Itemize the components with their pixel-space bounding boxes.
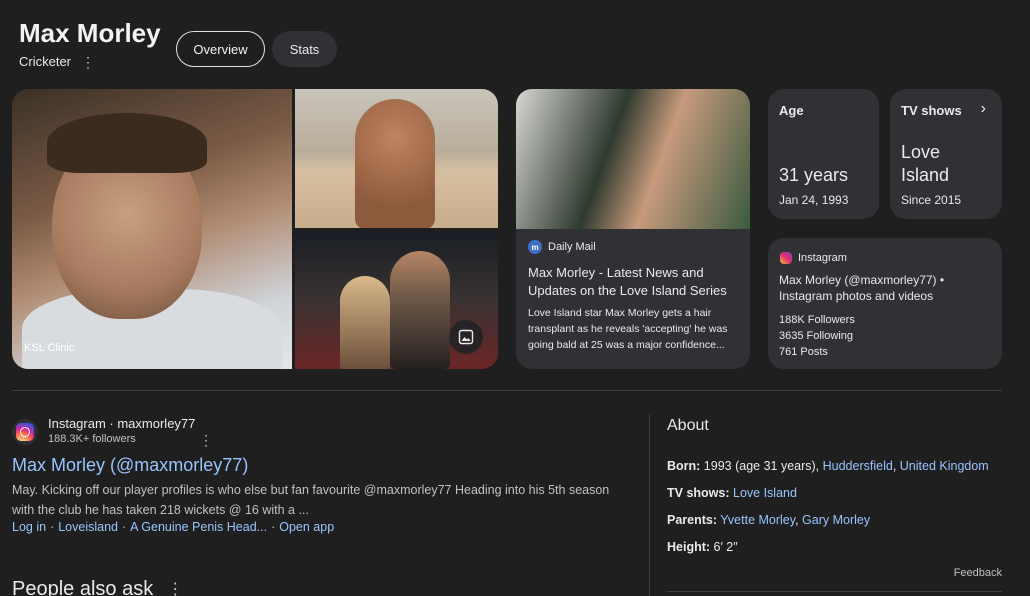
instagram-icon [16, 423, 34, 441]
height-label: Height: [667, 540, 711, 554]
photo-shape [390, 251, 450, 369]
instagram-posts: 761 Posts [779, 346, 828, 358]
about-tv-shows: TV shows: Love Island [667, 486, 797, 500]
photo-shape [355, 99, 435, 228]
about-parents: Parents: Yvette Morley, Gary Morley [667, 513, 870, 527]
result-site: Instagram · maxmorley77 [48, 416, 196, 431]
news-card[interactable]: m Daily Mail Max Morley - Latest News an… [516, 89, 750, 369]
sitelink-separator: · [271, 520, 276, 534]
event-photo[interactable] [295, 231, 498, 369]
entity-title: Max Morley [19, 18, 161, 48]
parents-comma: , [795, 513, 803, 527]
about-heading: About [667, 417, 709, 434]
result-snippet: May. Kicking off our player profiles is … [12, 483, 610, 517]
news-source-name: Daily Mail [548, 241, 596, 253]
sitelink-log-in[interactable]: Log in [12, 520, 46, 534]
result-title-link[interactable]: Max Morley (@maxmorley77) [12, 455, 248, 476]
about-divider [667, 591, 1002, 592]
instagram-title[interactable]: Max Morley (@maxmorley77) • Instagram ph… [779, 272, 989, 304]
news-source: m Daily Mail [528, 240, 596, 254]
sitelink-separator: · [50, 520, 55, 534]
instagram-result-logo[interactable] [12, 419, 38, 445]
photo-shape [47, 113, 207, 173]
tab-overview[interactable]: Overview [176, 31, 265, 67]
result-more-icon[interactable]: ⋮ [199, 432, 213, 449]
born-text: 1993 (age 31 years), [700, 459, 823, 473]
instagram-card[interactable]: Instagram Max Morley (@maxmorley77) • In… [768, 238, 1002, 369]
news-title[interactable]: Max Morley - Latest News and Updates on … [528, 264, 740, 300]
age-card[interactable]: Age 31 years Jan 24, 1993 [768, 89, 879, 219]
age-value: 31 years [779, 165, 849, 185]
instagram-icon [780, 252, 792, 264]
chevron-right-icon[interactable]: › [981, 100, 986, 118]
more-images-button[interactable] [449, 320, 483, 354]
instagram-source-name: Instagram [798, 252, 847, 264]
photo-caption: KSL Clinic [24, 342, 75, 354]
born-comma: , [892, 459, 900, 473]
born-link-huddersfield[interactable]: Huddersfield [823, 459, 893, 473]
sitelink-loveisland[interactable]: Loveisland [58, 520, 118, 534]
born-label: Born: [667, 459, 701, 473]
image-icon [458, 329, 474, 345]
result-followers: 188.3K+ followers [48, 433, 136, 445]
tv-show-link[interactable]: Love Island [733, 486, 797, 500]
result-sitelinks: Log in · Loveisland · A Genuine Penis He… [12, 520, 334, 534]
age-label: Age [779, 103, 804, 118]
news-snippet: Love Island star Max Morley gets a hair … [528, 307, 728, 351]
instagram-source: Instagram [780, 252, 847, 264]
sitelink-open-app[interactable]: Open app [279, 520, 334, 534]
people-also-ask-heading: People also ask ⋮ [12, 578, 183, 596]
beach-photo[interactable] [295, 89, 498, 228]
tv-shows-label: TV shows: [667, 486, 730, 500]
about-height: Height: 6′ 2″ [667, 540, 738, 554]
parent-link-gary[interactable]: Gary Morley [802, 513, 870, 527]
daily-mail-logo-icon: m [528, 240, 542, 254]
tv-show-name: Love Island [901, 142, 950, 185]
section-divider [12, 390, 1002, 391]
sitelink-separator: · [122, 520, 127, 534]
feedback-link[interactable]: Feedback [954, 567, 1002, 579]
photo-shape [340, 276, 390, 369]
born-link-uk[interactable]: United Kingdom [900, 459, 989, 473]
more-options-icon[interactable]: ⋮ [81, 55, 95, 69]
height-value: 6′ 2″ [710, 540, 738, 554]
tv-show-since: Since 2015 [901, 193, 962, 207]
parent-link-yvette[interactable]: Yvette Morley [720, 513, 795, 527]
instagram-followers: 188K Followers [779, 314, 855, 326]
sitelink-post[interactable]: A Genuine Penis Head... [130, 520, 267, 534]
birth-date: Jan 24, 1993 [779, 193, 849, 207]
tab-stats[interactable]: Stats [272, 31, 337, 67]
more-options-icon[interactable]: ⋮ [167, 581, 183, 596]
people-also-ask-label: People also ask [12, 578, 154, 596]
entity-subtitle: Cricketer ⋮ [19, 54, 95, 69]
entity-type: Cricketer [19, 54, 72, 69]
tv-shows-label: TV shows [901, 103, 962, 118]
instagram-following: 3635 Following [779, 330, 853, 342]
column-divider [649, 414, 650, 596]
about-born: Born: 1993 (age 31 years), Huddersfield,… [667, 459, 989, 473]
news-image [516, 89, 750, 229]
tv-shows-card[interactable]: TV shows › Love Island Since 2015 [890, 89, 1002, 219]
parents-label: Parents: [667, 513, 718, 527]
main-photo[interactable]: KSL Clinic [12, 89, 292, 369]
